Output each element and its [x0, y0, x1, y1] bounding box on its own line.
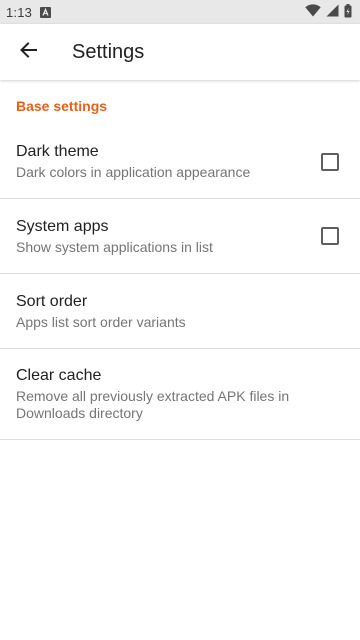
dark-theme-checkbox[interactable]	[321, 152, 339, 171]
system-apps-checkbox[interactable]	[321, 227, 339, 245]
pref-title: Dark theme	[16, 143, 99, 160]
a-notification-icon	[40, 6, 52, 18]
pref-text: Dark theme Dark colors in application ap…	[16, 142, 305, 181]
app-bar: Settings	[0, 24, 360, 80]
pref-text: System apps Show system applications in …	[16, 217, 305, 256]
pref-summary: Remove all previously extracted APK file…	[16, 388, 290, 421]
pref-summary: Show system applications in list	[16, 238, 213, 255]
status-time: 1:13	[6, 4, 33, 20]
pref-text: Sort order Apps list sort order variants	[16, 292, 344, 331]
status-bar: 1:13	[0, 0, 360, 24]
pref-summary: Dark colors in application appearance	[16, 164, 251, 180]
back-button[interactable]	[0, 24, 56, 80]
page-title: Settings	[72, 40, 145, 63]
arrow-back-icon	[19, 41, 37, 64]
wifi-icon	[305, 4, 321, 20]
section-header-base-settings: Base settings	[16, 98, 108, 114]
battery-icon	[344, 3, 352, 21]
pref-title: Sort order	[16, 292, 88, 310]
pref-summary: Apps list sort order variants	[16, 313, 186, 330]
pref-clear-cache[interactable]: Clear cache Remove all previously extrac…	[0, 349, 360, 440]
pref-title: System apps	[16, 217, 109, 235]
status-left: 1:13	[6, 4, 52, 20]
pref-sort-order[interactable]: Sort order Apps list sort order variants	[0, 274, 360, 349]
status-right	[305, 3, 352, 21]
pref-dark-theme[interactable]: Dark theme Dark colors in application ap…	[0, 125, 360, 199]
pref-system-apps[interactable]: System apps Show system applications in …	[0, 199, 360, 274]
pref-title: Clear cache	[16, 367, 102, 384]
signal-icon	[326, 4, 339, 20]
pref-text: Clear cache Remove all previously extrac…	[16, 366, 344, 422]
